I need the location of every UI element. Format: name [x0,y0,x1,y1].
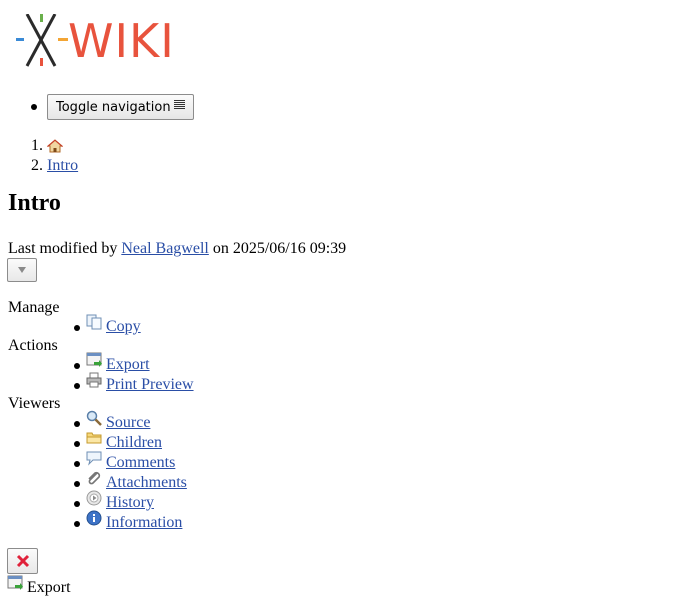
menu-item-comments: Comments [74,450,187,472]
toggle-navigation-label: Toggle navigation [56,99,171,115]
comments-link[interactable]: Comments [86,450,175,472]
breadcrumb-number: 1. [31,137,43,154]
breadcrumb-number: 2. [31,157,43,174]
actions-menu: Export Print Preview [74,352,194,394]
copy-link[interactable]: Copy [86,314,141,336]
list-bullet [74,325,80,331]
last-modified-prefix: Last modified by [8,240,118,257]
breadcrumb-item-home: 1. [31,136,78,156]
list-bullet [74,363,80,369]
printer-icon [86,372,102,388]
breadcrumb-item-intro: 2. Intro [31,156,78,176]
info-icon [86,510,102,526]
xwiki-logo[interactable]: WIKI [16,14,175,68]
export-footer-label: Export [27,579,71,596]
menu-item-print-preview: Print Preview [74,372,194,394]
information-label: Information [106,514,183,531]
list-bullet [74,481,80,487]
children-link[interactable]: Children [86,430,162,452]
menu-item-export: Export [74,352,194,374]
nav-list-item: Toggle navigation [31,94,194,120]
magnifier-icon [86,410,102,426]
list-bullet [74,441,80,447]
nav-list: Toggle navigation [31,94,194,120]
menu-item-information: Information [74,510,187,532]
export-icon [7,575,23,590]
manage-heading: Manage [8,299,60,316]
copy-icon [86,314,102,330]
menu-item-history: History [74,490,187,512]
page-title: Intro [8,190,61,216]
export-footer[interactable]: Export [7,575,71,597]
actions-heading: Actions [8,337,58,354]
information-link[interactable]: Information [86,510,182,532]
toggle-navigation-button[interactable]: Toggle navigation [47,94,194,120]
print-preview-label: Print Preview [106,376,194,393]
print-preview-link[interactable]: Print Preview [86,372,194,394]
menu-bars-icon [173,99,185,109]
on-label: on [212,240,229,257]
close-button[interactable] [7,548,38,574]
list-bullet [74,421,80,427]
breadcrumb-link-intro[interactable]: Intro [47,157,78,175]
list-bullet [31,104,37,110]
attachments-link[interactable]: Attachments [86,470,187,492]
paperclip-icon [88,471,101,485]
history-icon [86,490,102,506]
breadcrumb: 1. 2. Intro [31,136,78,176]
caret-down-icon [18,267,26,273]
home-link[interactable] [47,139,63,153]
folder-icon [86,432,102,444]
list-bullet [74,501,80,507]
menu-item-source: Source [74,410,187,432]
menu-item-children: Children [74,430,187,452]
export-icon [86,352,102,367]
copy-label: Copy [106,318,141,335]
menu-item-attachments: Attachments [74,470,187,492]
viewers-heading: Viewers [8,395,61,412]
home-icon [47,139,63,153]
comment-icon [86,451,102,466]
viewers-menu: Source Children Comments Attachments His… [74,410,187,532]
modified-date: 2025/06/16 09:39 [232,240,347,257]
close-icon [16,554,29,568]
export-link[interactable]: Export [86,352,150,374]
logo-wordmark: WIKI [68,14,175,68]
x-logo-mark-icon [16,14,68,67]
history-link[interactable]: History [86,490,154,512]
last-modified-info: Last modified by Neal Bagwell on 2025/06… [8,240,346,258]
menu-item-copy: Copy [74,314,141,336]
source-link[interactable]: Source [86,410,150,432]
list-bullet [74,383,80,389]
manage-menu: Copy [74,314,141,336]
list-bullet [74,461,80,467]
more-actions-toggle[interactable] [7,258,37,282]
author-link[interactable]: Neal Bagwell [121,240,209,257]
list-bullet [74,521,80,527]
